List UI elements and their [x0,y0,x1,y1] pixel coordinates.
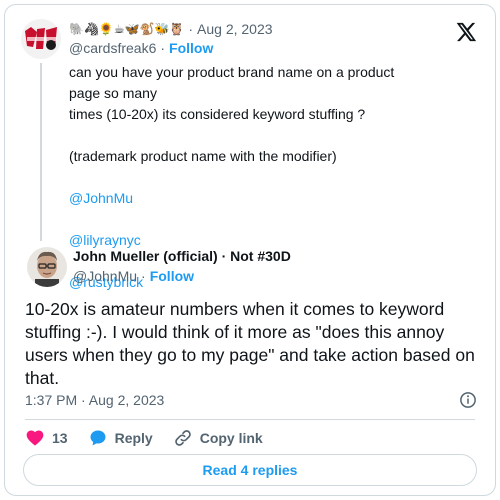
parent-tweet-header: 🐘🦓🌻☕🦋🐒🐝🦉 · Aug 2, 2023 [69,19,455,39]
embedded-tweet-card: 🐘🦓🌻☕🦋🐒🐝🦉 · Aug 2, 2023 @cardsfreak6 · Fo… [4,4,496,496]
user-handle[interactable]: @JohnMu [73,268,137,284]
like-button[interactable]: 13 [25,428,68,448]
mention-link[interactable]: @lilyraynyc [69,232,141,248]
display-name[interactable]: 🐘🦓🌻☕🦋🐒🐝🦉 [69,22,184,36]
reply-label: Reply [114,430,153,446]
reply-bubble-icon [90,430,106,446]
avatar-image [27,247,67,287]
separator-dot: · [160,40,166,56]
read-replies-button[interactable]: Read 4 replies [23,454,477,486]
reply-button[interactable]: Reply [88,428,153,448]
avatar[interactable] [27,247,67,287]
action-bar: 13 Reply Copy link [25,427,283,449]
parent-handle-row: @cardsfreak6 · Follow [69,39,213,57]
like-count: 13 [52,430,68,446]
tweet-text-line: (trademark product name with the modifie… [69,148,337,164]
display-name[interactable]: John Mueller (official) · Not #30D [73,248,291,264]
main-handle-row: @JohnMu · Follow [73,268,194,284]
mention-link[interactable]: @JohnMu [69,190,133,206]
thread-line [40,63,42,241]
tweet-timestamp[interactable]: 1:37 PM · Aug 2, 2023 [25,392,164,408]
x-logo-icon[interactable] [455,21,477,43]
heart-icon [26,430,44,446]
tweet-text-line: times (10-20x) its considered keyword st… [69,106,366,122]
copy-link-label: Copy link [199,430,263,446]
separator-dot: · [188,21,194,37]
avatar[interactable] [21,19,61,59]
tweet-text-line: can you have your product brand name on … [69,64,395,101]
info-icon[interactable] [459,391,477,409]
divider [25,419,475,420]
follow-button[interactable]: Follow [150,268,194,284]
avatar-image [21,19,61,59]
follow-button[interactable]: Follow [169,40,213,56]
separator-dot: · [141,268,146,284]
tweet-date[interactable]: Aug 2, 2023 [197,21,273,37]
user-handle[interactable]: @cardsfreak6 [69,40,156,56]
copy-link-button[interactable]: Copy link [173,428,263,448]
link-icon [174,430,191,446]
main-tweet-text: 10-20x is amateur numbers when it comes … [25,299,475,388]
